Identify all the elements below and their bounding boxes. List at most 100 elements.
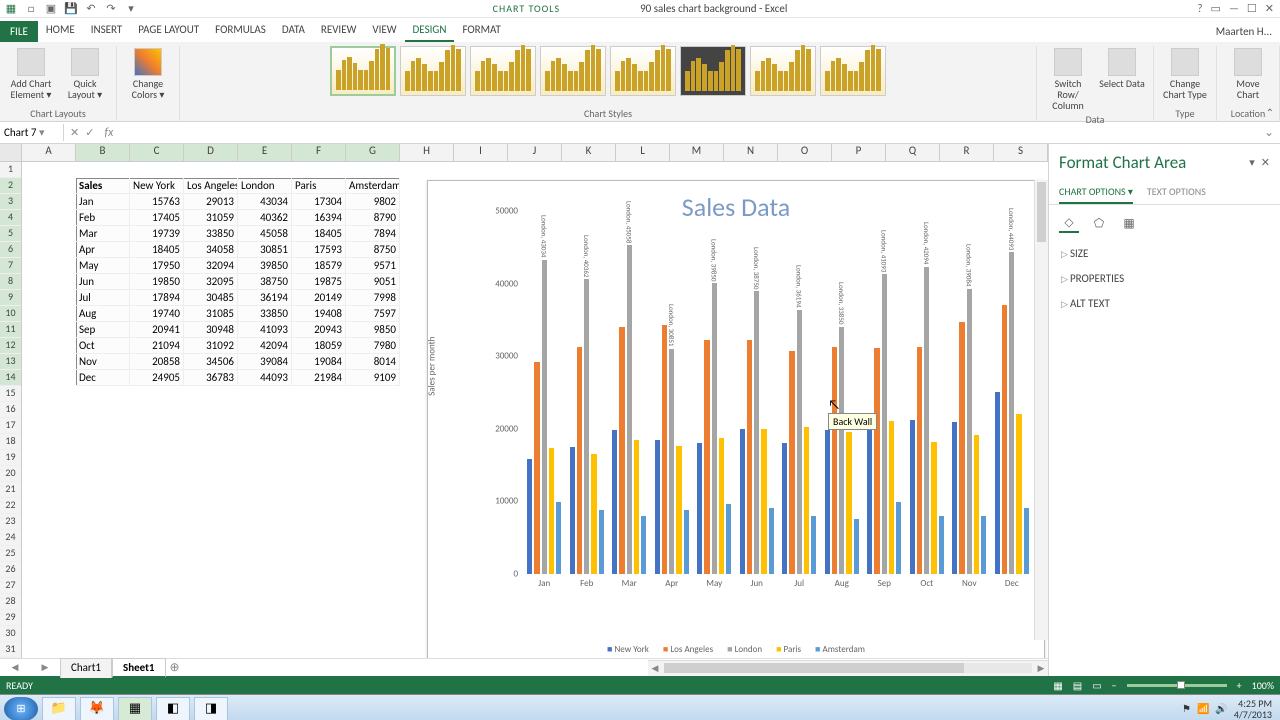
ribbon-tab-home[interactable]: HOME (38, 19, 83, 42)
cell[interactable]: 33850 (184, 226, 238, 242)
change-chart-type-button[interactable]: Change Chart Type (1160, 46, 1210, 102)
view-page-layout-icon[interactable]: ▤ (1073, 679, 1082, 692)
row-header-27[interactable]: 27 (0, 578, 21, 594)
row-header-21[interactable]: 21 (0, 482, 21, 498)
expand-formula-bar-icon[interactable]: ⌄ (1258, 125, 1280, 140)
row-header-29[interactable]: 29 (0, 610, 21, 626)
column-header-M[interactable]: M (670, 144, 724, 161)
cell[interactable]: 19408 (292, 306, 346, 322)
row-header-23[interactable]: 23 (0, 514, 21, 530)
add-chart-element-button[interactable]: Add Chart Element ▾ (6, 46, 56, 102)
ribbon-tab-view[interactable]: VIEW (364, 19, 404, 42)
cell[interactable]: 7894 (346, 226, 400, 242)
row-header-4[interactable]: 4 (0, 210, 21, 226)
view-page-break-icon[interactable]: ▭ (1092, 679, 1101, 692)
cell[interactable]: 20149 (292, 290, 346, 306)
switch-row-column-button[interactable]: Switch Row/ Column (1043, 46, 1093, 113)
taskbar-app-icon[interactable]: ◧ (156, 697, 190, 720)
column-header-S[interactable]: S (994, 144, 1048, 161)
row-header-22[interactable]: 22 (0, 498, 21, 514)
cell[interactable]: 9571 (346, 258, 400, 274)
pane-section-alt-text[interactable]: ALT TEXT (1049, 291, 1280, 316)
save-icon[interactable]: 💾 (64, 2, 78, 16)
account-name[interactable]: Maarten H... (1208, 21, 1280, 42)
cell[interactable]: 9802 (346, 194, 400, 210)
cell[interactable]: 33850 (238, 306, 292, 322)
chart-style-2[interactable] (400, 46, 466, 96)
pane-section-size[interactable]: SIZE (1049, 241, 1280, 266)
tray-network-icon[interactable]: 📶 (1197, 702, 1209, 715)
chart-style-8[interactable] (820, 46, 886, 96)
horizontal-scrollbar[interactable]: ◀▶ (648, 660, 1048, 676)
row-header-26[interactable]: 26 (0, 562, 21, 578)
new-icon[interactable]: □ (24, 2, 38, 16)
row-header-11[interactable]: 11 (0, 322, 21, 338)
y-axis-title[interactable]: Sales per month (427, 337, 438, 396)
cell[interactable]: 30948 (184, 322, 238, 338)
tray-volume-icon[interactable]: 🔊 (1215, 702, 1227, 715)
row-header-28[interactable]: 28 (0, 594, 21, 610)
row-header-30[interactable]: 30 (0, 626, 21, 642)
cell[interactable]: May (76, 258, 130, 274)
column-header-P[interactable]: P (832, 144, 886, 161)
cell[interactable]: 29013 (184, 194, 238, 210)
column-header-O[interactable]: O (778, 144, 832, 161)
cell[interactable]: 8014 (346, 354, 400, 370)
row-header-3[interactable]: 3 (0, 194, 21, 210)
row-header-20[interactable]: 20 (0, 466, 21, 482)
cell[interactable]: 19875 (292, 274, 346, 290)
cell[interactable]: 45058 (238, 226, 292, 242)
chart-style-7[interactable] (750, 46, 816, 96)
sheet-tab-sheet1[interactable]: Sheet1 (112, 658, 166, 678)
ribbon-tab-format[interactable]: FORMAT (454, 19, 508, 42)
cell[interactable]: 43034 (238, 194, 292, 210)
taskbar-app2-icon[interactable]: ◨ (194, 697, 228, 720)
cancel-formula-icon[interactable]: ✕ (70, 126, 79, 139)
cell[interactable]: 30485 (184, 290, 238, 306)
column-header-L[interactable]: L (616, 144, 670, 161)
chart-style-5[interactable] (610, 46, 676, 96)
cell[interactable]: Amsterdam (346, 178, 400, 194)
row-header-25[interactable]: 25 (0, 546, 21, 562)
size-properties-icon[interactable]: ▦ (1119, 213, 1139, 233)
row-header-2[interactable]: 2 (0, 178, 21, 194)
column-header-A[interactable]: A (22, 144, 76, 161)
cell[interactable]: 20941 (130, 322, 184, 338)
effects-icon[interactable]: ⬠ (1089, 213, 1109, 233)
tray-flag-icon[interactable]: ⚑ (1182, 702, 1191, 715)
cell[interactable]: 38750 (238, 274, 292, 290)
zoom-in-icon[interactable]: + (1237, 679, 1242, 692)
cell[interactable]: 39084 (238, 354, 292, 370)
cell[interactable]: Sales (76, 178, 130, 194)
column-header-Q[interactable]: Q (886, 144, 940, 161)
cell[interactable]: 21984 (292, 370, 346, 386)
cell[interactable]: Paris (292, 178, 346, 194)
chart-plot-area[interactable]: London, 43034London, 40362London, 45058L… (523, 211, 1029, 574)
chart-legend[interactable]: New YorkLos AngelesLondonParisAmsterdam (428, 644, 1044, 655)
row-header-6[interactable]: 6 (0, 242, 21, 258)
cell[interactable]: 18579 (292, 258, 346, 274)
pane-tab-text-options[interactable]: TEXT OPTIONS (1147, 181, 1206, 204)
chart-style-1[interactable] (330, 46, 396, 96)
taskbar-firefox-icon[interactable]: 🦊 (80, 697, 114, 720)
row-header-24[interactable]: 24 (0, 530, 21, 546)
column-header-I[interactable]: I (454, 144, 508, 161)
row-header-18[interactable]: 18 (0, 434, 21, 450)
cell[interactable]: 7597 (346, 306, 400, 322)
cell[interactable]: 19850 (130, 274, 184, 290)
change-colors-button[interactable]: Change Colors ▾ (123, 46, 173, 102)
column-header-H[interactable]: H (400, 144, 454, 161)
row-header-1[interactable]: 1 (0, 162, 21, 178)
taskbar-clock[interactable]: 4:25 PM 4/7/2013 (1234, 698, 1276, 720)
cell[interactable]: 31085 (184, 306, 238, 322)
fx-icon[interactable]: fx (100, 126, 117, 140)
cell[interactable]: 15763 (130, 194, 184, 210)
column-header-R[interactable]: R (940, 144, 994, 161)
cell[interactable]: 18405 (130, 242, 184, 258)
cell[interactable]: 19739 (130, 226, 184, 242)
legend-item-new-york[interactable]: New York (607, 644, 649, 655)
chart-style-4[interactable] (540, 46, 606, 96)
row-header-7[interactable]: 7 (0, 258, 21, 274)
cell[interactable]: London (238, 178, 292, 194)
cell[interactable]: 20858 (130, 354, 184, 370)
